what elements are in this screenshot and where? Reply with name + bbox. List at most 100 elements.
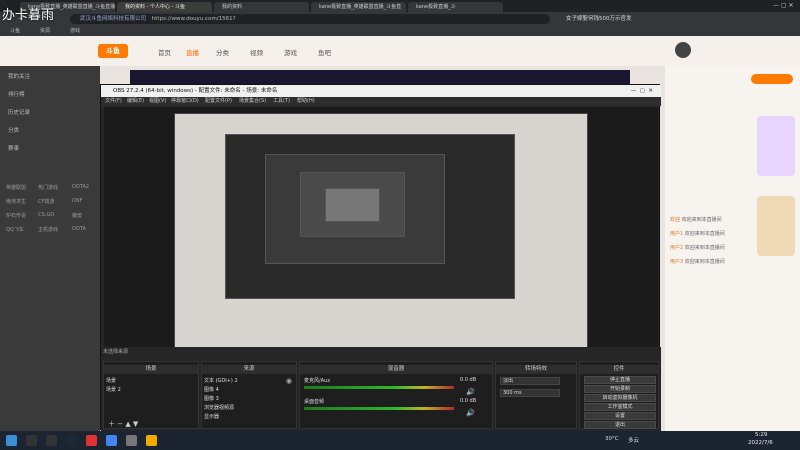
source-item-2[interactable]: 图像 4 <box>204 386 219 393</box>
studio-mode-button[interactable]: 工作室模式 <box>584 403 656 411</box>
settings-button[interactable]: 设置 <box>584 412 656 420</box>
menu-scene-collection[interactable]: 场景集合(S) <box>239 97 266 106</box>
source-item-1[interactable]: 文本 (GDI+) 2 <box>204 377 238 384</box>
obs-taskbar-icon[interactable] <box>86 435 97 446</box>
site-header: 斗鱼 首页 直播 分类 视频 游戏 鱼吧 <box>0 36 800 66</box>
left-grid-10[interactable]: QQ飞车 <box>6 226 24 233</box>
left-follow[interactable]: 我的关注 <box>8 72 30 80</box>
left-events[interactable]: 赛事 <box>8 144 19 152</box>
menu-help[interactable]: 帮助(H) <box>297 97 315 106</box>
site-chat-panel: 欢迎 欢迎来到本直播间 用户1 欢迎来到本直播间 用户2 欢迎来到本直播间 用户… <box>665 66 800 431</box>
menu-profile[interactable]: 配置文件(P) <box>205 97 232 106</box>
tab-2[interactable]: 我的资料 - 个人中心 - 斗鱼 <box>117 2 212 12</box>
avatar[interactable] <box>675 42 691 58</box>
mixer-track-1: 麦克风/Aux <box>304 378 331 384</box>
left-category[interactable]: 分类 <box>8 126 19 134</box>
source-item-3[interactable]: 图像 3 <box>204 395 219 402</box>
clock-time: 5:29 <box>755 432 768 438</box>
app-icon-2[interactable] <box>146 435 157 446</box>
start-recording-button[interactable]: 开始录制 <box>584 385 656 393</box>
source-item-5[interactable]: 显示器 <box>204 413 219 420</box>
start-icon[interactable] <box>6 435 17 446</box>
nav-home[interactable]: 首页 <box>158 47 171 57</box>
app-icon-1[interactable] <box>126 435 137 446</box>
stop-streaming-button[interactable]: 停止直播 <box>584 376 656 384</box>
stream-banner <box>130 70 630 84</box>
gift-panel[interactable] <box>757 116 795 176</box>
site-left-sidebar: 我的关注 排行榜 历史记录 分类 赛事 英雄联盟 热门游戏 DOTA2 绝地求生… <box>0 66 100 431</box>
menu-docks[interactable]: 停靠窗口(D) <box>171 97 199 106</box>
mixer-db-1: 0.0 dB <box>460 377 477 383</box>
obs-window-controls[interactable]: — ▢ ✕ <box>631 85 653 97</box>
sources-title: 来源 <box>202 365 296 374</box>
preview-canvas <box>174 113 588 349</box>
bookmark-2[interactable]: 资源 <box>40 26 50 36</box>
left-grid-9[interactable]: 魔兽 <box>72 212 82 219</box>
transition-select[interactable]: 淡出 <box>500 377 560 385</box>
left-grid-3[interactable]: DOTA2 <box>72 184 89 190</box>
nested-capture-4 <box>325 188 380 222</box>
nav-video[interactable]: 视频 <box>250 47 263 57</box>
search-icon[interactable] <box>26 435 37 446</box>
left-grid-2[interactable]: 热门游戏 <box>38 184 58 191</box>
speaker-icon-1[interactable]: 🔊 <box>466 388 475 396</box>
browser-tab-bar: kane极致直播_英雄联盟直播_斗鱼直播 我的资料 - 个人中心 - 斗鱼 我的… <box>0 0 800 12</box>
mixer-meter-1 <box>304 386 454 389</box>
scene-item-2[interactable]: 场景 2 <box>106 386 121 393</box>
taskview-icon[interactable] <box>46 435 57 446</box>
mixer-meter-2 <box>304 407 454 410</box>
chrome-icon[interactable] <box>106 435 117 446</box>
left-grid-7[interactable]: 炉石传说 <box>6 212 26 219</box>
site-logo[interactable]: 斗鱼 <box>98 44 128 58</box>
bookmark-3[interactable]: 游戏 <box>70 26 80 36</box>
chat-line-1: 欢迎 欢迎来到本直播间 <box>670 217 722 223</box>
tab-4[interactable]: kane极致直播_英雄联盟直播_斗鱼直 <box>311 2 406 12</box>
address-bar-row: ← → ↻ 武汉斗鱼网络科技有限公司 https://www.douyu.com… <box>0 12 800 26</box>
menu-tools[interactable]: 工具(T) <box>273 97 290 106</box>
source-item-4[interactable]: 浏览器视频源 <box>204 404 234 411</box>
nav-game[interactable]: 游戏 <box>284 47 297 57</box>
url-input[interactable]: 武汉斗鱼网络科技有限公司 https://www.douyu.com/1561? <box>70 14 550 24</box>
clock-date: 2022/7/6 <box>748 440 773 446</box>
weather-temp: 30°C <box>605 436 619 442</box>
mixer-track-2: 桌面音频 <box>304 399 325 405</box>
left-rank[interactable]: 排行榜 <box>8 90 25 98</box>
transitions-title: 转场特效 <box>496 365 576 374</box>
menu-edit[interactable]: 编辑(E) <box>127 97 144 106</box>
transitions-dock: 转场特效 淡出 300 ms <box>495 361 577 429</box>
left-grid-5[interactable]: CF端游 <box>38 198 54 205</box>
visibility-eye-icon[interactable]: ◉ <box>286 377 292 385</box>
menu-view[interactable]: 视图(V) <box>149 97 166 106</box>
virtual-camera-button[interactable]: 启动虚拟摄像机 <box>584 394 656 402</box>
obs-menu-bar: 文件(F) 编辑(E) 视图(V) 停靠窗口(D) 配置文件(P) 场景集合(S… <box>101 97 661 106</box>
tab-5[interactable]: kane极致直播_斗 <box>408 2 503 12</box>
left-grid-12[interactable]: DOTA <box>72 226 86 232</box>
event-panel[interactable] <box>757 196 795 256</box>
nav-category[interactable]: 分类 <box>216 47 229 57</box>
left-grid-1[interactable]: 英雄联盟 <box>6 184 26 191</box>
left-grid-4[interactable]: 绝地求生 <box>6 198 26 205</box>
scene-add-icon[interactable]: ＋ − ▲ ▼ <box>108 419 138 429</box>
left-grid-11[interactable]: 主机游戏 <box>38 226 58 233</box>
window-controls[interactable]: — ▢ ✕ <box>773 2 794 9</box>
steam-icon[interactable] <box>66 435 77 446</box>
left-history[interactable]: 历史记录 <box>8 108 30 116</box>
left-grid-8[interactable]: CS:GO <box>38 212 54 218</box>
menu-file[interactable]: 文件(F) <box>105 97 122 106</box>
nav-live[interactable]: 直播 <box>186 47 199 57</box>
promo-text[interactable]: 女子嫁娶何钱500万示官发 <box>566 14 632 22</box>
tab-3[interactable]: 我的资料 <box>214 2 309 12</box>
chat-line-4: 用户3 欢迎来到本直播间 <box>670 259 725 265</box>
nav-fishbar[interactable]: 鱼吧 <box>318 47 331 57</box>
left-grid-6[interactable]: DNF <box>72 198 82 204</box>
pc-client-badge[interactable] <box>751 74 793 84</box>
transition-duration[interactable]: 300 ms <box>500 389 560 397</box>
exit-button[interactable]: 退出 <box>584 421 656 429</box>
scenes-dock: 场景 场景 场景 2 ＋ − ▲ ▼ <box>103 361 199 429</box>
mixer-dock: 混音器 麦克风/Aux 0.0 dB 桌面音频 0.0 dB 🔊 🔊 <box>299 361 493 429</box>
speaker-icon-2[interactable]: 🔊 <box>466 409 475 417</box>
bookmark-1[interactable]: 斗鱼 <box>10 26 20 36</box>
scene-item-1[interactable]: 场景 <box>106 377 116 384</box>
scenes-title: 场景 <box>104 365 198 374</box>
bookmarks-bar: 斗鱼 资源 游戏 <box>0 26 800 36</box>
